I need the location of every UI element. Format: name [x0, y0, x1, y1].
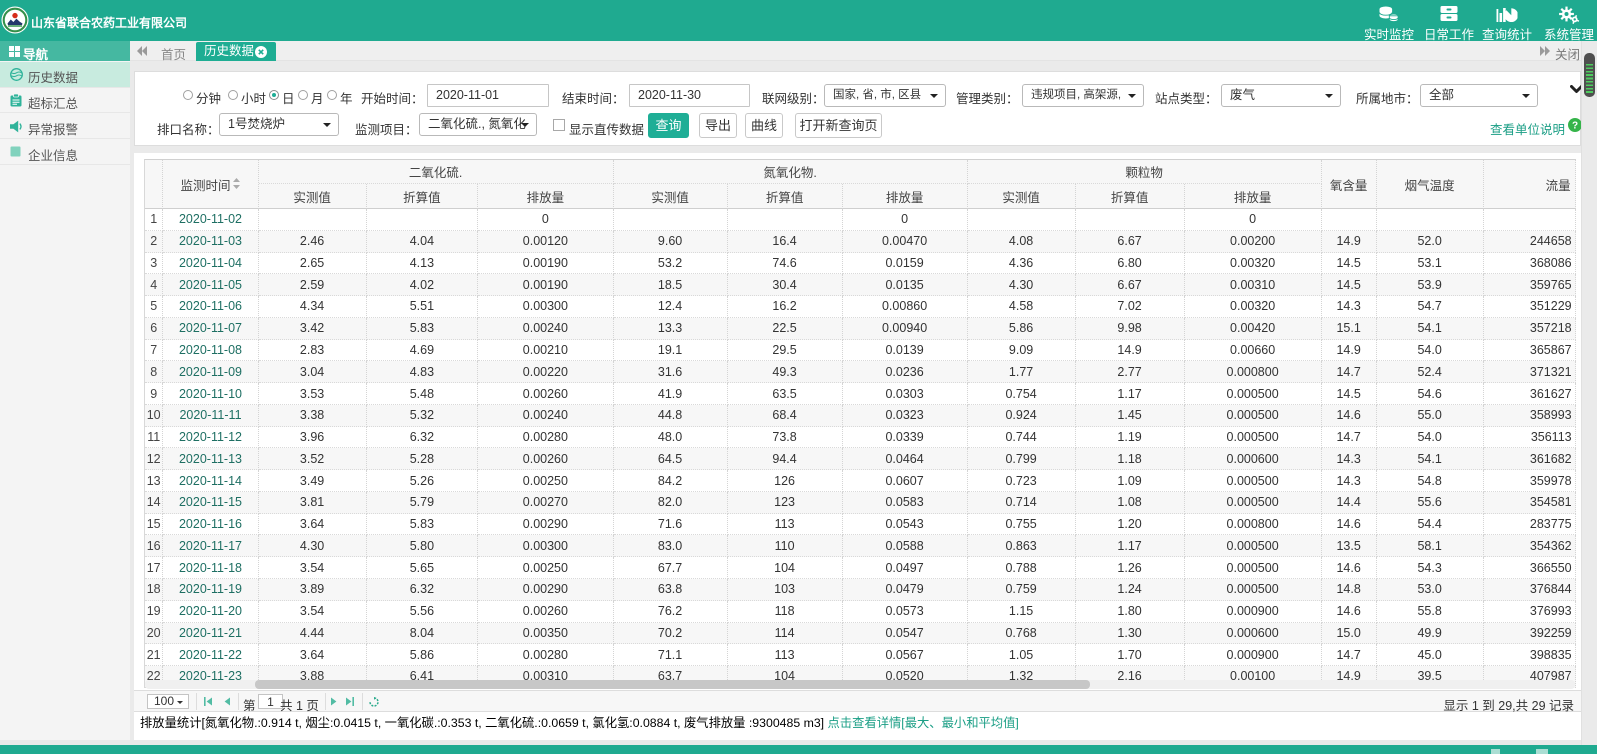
svg-text:?: ? — [1572, 121, 1578, 132]
